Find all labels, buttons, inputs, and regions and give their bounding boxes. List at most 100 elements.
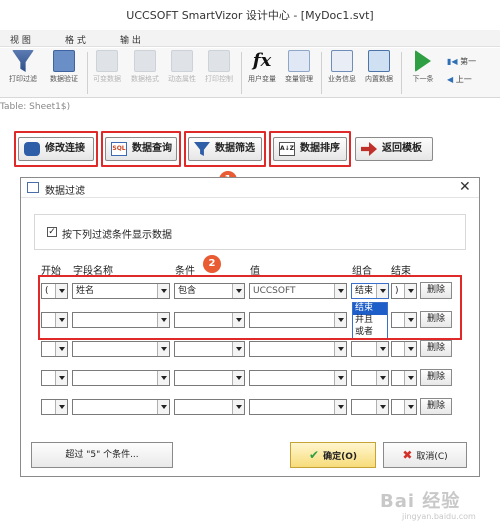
chevron-down-icon [334,342,346,356]
business-info-button[interactable]: 业务信息 [323,50,361,84]
chevron-down-icon [404,342,416,356]
builtin-data-icon [368,50,390,72]
delete-row-button[interactable]: 删除 [420,369,452,386]
chevron-down-icon [334,400,346,414]
end-paren-select[interactable] [391,399,417,415]
sheet-label: Table: Sheet1$) [0,102,71,112]
chevron-down-icon [55,342,67,356]
variable-data-button[interactable]: 可变数据 [88,50,126,84]
print-control-icon [208,50,230,72]
combine-select[interactable] [351,370,389,386]
next-record-button[interactable]: 下一条 [406,50,440,84]
chevron-down-icon [157,400,169,414]
variable-manager-button[interactable]: 变量管理 [280,50,318,84]
sort-icon: A↓Z [279,142,295,156]
condition-select[interactable] [174,399,245,415]
watermark-url: jingyan.baidu.com [402,512,476,521]
checkbox-label: 按下列过滤条件显示数据 [62,230,172,241]
condition-select[interactable] [174,341,245,357]
condition-select[interactable] [174,370,245,386]
chevron-down-icon [232,371,244,385]
filter-enable-checkbox[interactable]: ✓ [47,227,57,237]
check-icon: ✔ [309,448,320,462]
end-paren-select[interactable] [391,370,417,386]
watermark-logo: Bai 经验 [380,491,461,512]
database-icon [24,142,40,156]
ribbon-separator [401,52,402,94]
field-name-select[interactable] [72,370,170,386]
value-input[interactable] [249,399,347,415]
menu-output[interactable]: 输 出 [120,33,141,46]
sql-icon: SQL [111,142,127,156]
start-paren-select[interactable] [41,370,68,386]
chevron-down-icon [404,371,416,385]
dialog-titlebar: 数据过滤 ✕ [21,178,479,198]
modify-connection-button[interactable]: 修改连接 [18,137,94,161]
menu-format[interactable]: 格 式 [65,33,86,46]
more-conditions-button[interactable]: 超过 "5" 个条件... [31,442,173,468]
dynamic-attr-icon [171,50,193,72]
dialog-title: 数据过滤 [45,186,85,197]
data-format-icon [134,50,156,72]
funnel-icon [194,142,210,156]
first-icon: ▮◀ [447,57,461,66]
business-info-icon [331,50,353,72]
data-filter-button[interactable]: 数据筛选 [188,137,262,161]
variable-data-icon [96,50,118,72]
chevron-down-icon [157,371,169,385]
chevron-down-icon [376,400,388,414]
ribbon-separator [241,52,242,94]
dynamic-attr-button[interactable]: 动态属性 [163,50,201,84]
ribbon-toolbar: 打印过滤 数据验证 可变数据 数据格式 动态属性 打印控制 fx 用户变量 变量… [0,48,500,98]
filter-icon [12,50,34,72]
window-title: UCCSOFT SmartVizor 设计中心 - [MyDoc1.svt] [0,0,500,30]
menu-view[interactable]: 视 图 [10,33,31,46]
previous-icon: ◀ [447,75,456,84]
field-name-select[interactable] [72,399,170,415]
delete-row-button[interactable]: 删除 [420,398,452,415]
start-paren-select[interactable] [41,341,68,357]
chevron-down-icon [376,342,388,356]
ribbon-separator [321,52,322,94]
data-verify-icon [53,50,75,72]
variable-manager-icon [288,50,310,72]
first-record-link[interactable]: ▮◀ 第一 [447,56,476,67]
return-template-button[interactable]: 返回模板 [355,137,433,161]
chevron-down-icon [55,400,67,414]
end-paren-select[interactable] [391,341,417,357]
ok-button[interactable]: ✔ 确定(O) [290,442,376,468]
chevron-down-icon [404,400,416,414]
builtin-data-button[interactable]: 内置数据 [360,50,398,84]
return-arrow-icon [361,142,377,156]
close-icon: ✖ [402,448,413,462]
close-icon[interactable]: ✕ [459,179,471,195]
fx-icon: fx [252,50,272,71]
previous-record-link[interactable]: ◀ 上一 [447,74,472,85]
value-input[interactable] [249,341,347,357]
next-icon [415,50,431,72]
combine-select[interactable] [351,399,389,415]
start-paren-select[interactable] [41,399,68,415]
highlight-frame [38,275,462,340]
menu-bar: 视 图 格 式 输 出 [0,30,500,47]
data-verify-button[interactable]: 数据验证 [44,50,84,84]
chevron-down-icon [55,371,67,385]
delete-row-button[interactable]: 删除 [420,340,452,357]
field-name-select[interactable] [72,341,170,357]
chevron-down-icon [232,400,244,414]
print-control-button[interactable]: 打印控制 [200,50,238,84]
data-filter-dialog: 数据过滤 ✕ ✓ 按下列过滤条件显示数据 2 开始 字段名称 条件 值 组合 结… [20,177,480,477]
cancel-button[interactable]: ✖ 取消(C) [383,442,467,468]
data-format-button[interactable]: 数据格式 [126,50,164,84]
value-input[interactable] [249,370,347,386]
user-variable-button[interactable]: fx 用户变量 [243,50,281,84]
combine-select[interactable] [351,341,389,357]
chevron-down-icon [334,371,346,385]
dialog-window-icon [27,182,39,193]
chevron-down-icon [157,342,169,356]
print-filter-button[interactable]: 打印过滤 [3,50,43,84]
data-sort-button[interactable]: A↓Z 数据排序 [273,137,347,161]
chevron-down-icon [232,342,244,356]
data-query-button[interactable]: SQL 数据查询 [105,137,177,161]
chevron-down-icon [376,371,388,385]
